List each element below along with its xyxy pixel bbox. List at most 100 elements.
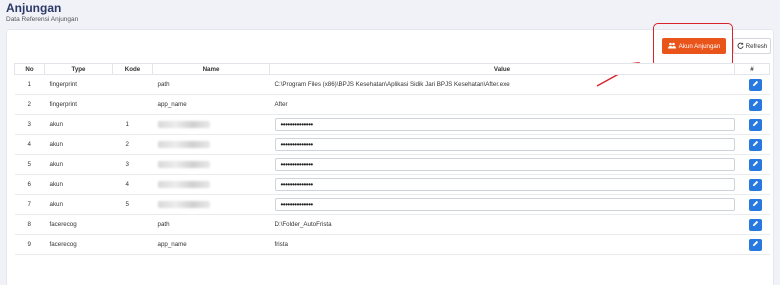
- cell-type: fingerprint: [44, 94, 113, 115]
- password-field[interactable]: ••••••••••••••: [274, 178, 735, 191]
- table-row: 5 akun 3 ••••••••••••••: [14, 154, 770, 175]
- refresh-button[interactable]: Refresh: [733, 38, 771, 54]
- cell-action: [734, 114, 770, 135]
- cell-no: 9: [14, 234, 45, 255]
- password-field[interactable]: ••••••••••••••: [274, 138, 735, 151]
- table-row: 3 akun 1 ••••••••••••••: [14, 114, 770, 135]
- cell-value: ••••••••••••••: [269, 114, 735, 135]
- cell-action: [734, 234, 770, 255]
- pencil-icon: [752, 140, 759, 149]
- cell-action: [734, 214, 770, 235]
- redacted-name: [157, 120, 210, 128]
- table-header-row: No Type Kode Name Value #: [14, 63, 770, 75]
- cell-action: [734, 134, 770, 155]
- cell-type: akun: [44, 134, 113, 155]
- cell-name: app_name: [152, 234, 270, 255]
- column-header-value: Value: [269, 63, 735, 75]
- cell-name: [152, 134, 270, 155]
- cell-no: 4: [14, 134, 45, 155]
- redacted-name: [157, 180, 210, 188]
- akun-anjungan-label: Akun Anjungan: [678, 42, 721, 50]
- users-icon: [667, 42, 676, 51]
- anjungan-table: No Type Kode Name Value # 1 fingerprint pa…: [14, 63, 770, 255]
- page-title: Anjungan: [6, 1, 62, 15]
- page-header: Anjungan Data Referensi Anjungan: [6, 1, 78, 23]
- column-header-type: Type: [44, 63, 113, 75]
- pencil-icon: [752, 100, 759, 109]
- cell-value: ••••••••••••••: [269, 194, 735, 215]
- cell-no: 8: [14, 214, 45, 235]
- pencil-icon: [752, 200, 759, 209]
- cell-name: [152, 114, 270, 135]
- cell-name: app_name: [152, 94, 270, 115]
- table-row: 6 akun 4 ••••••••••••••: [14, 174, 770, 195]
- table-row: 1 fingerprint path C:\Program Files (x86)\B…: [14, 74, 770, 95]
- pencil-icon: [752, 160, 759, 169]
- table-row: 9 facerecog app_name frista: [14, 234, 770, 255]
- password-field[interactable]: ••••••••••••••: [274, 158, 735, 171]
- cell-value: After: [269, 94, 735, 115]
- pencil-icon: [752, 240, 759, 249]
- edit-button[interactable]: [748, 158, 762, 171]
- table-row: 4 akun 2 ••••••••••••••: [14, 134, 770, 155]
- column-header-actions: #: [734, 63, 770, 75]
- cell-action: [734, 154, 770, 175]
- cell-name: path: [152, 74, 270, 95]
- cell-kode: [112, 234, 153, 255]
- cell-value: ••••••••••••••: [269, 174, 735, 195]
- edit-button[interactable]: [748, 238, 762, 251]
- cell-value: ••••••••••••••: [269, 154, 735, 175]
- cell-action: [734, 194, 770, 215]
- cell-type: akun: [44, 174, 113, 195]
- password-field[interactable]: ••••••••••••••: [274, 118, 735, 131]
- refresh-icon: [737, 41, 744, 51]
- pencil-icon: [752, 120, 759, 129]
- cell-name: [152, 194, 270, 215]
- cell-kode: 1: [112, 114, 153, 135]
- cell-type: akun: [44, 194, 113, 215]
- cell-action: [734, 74, 770, 95]
- column-header-no: No: [14, 63, 45, 75]
- redacted-name: [157, 140, 210, 148]
- cell-no: 7: [14, 194, 45, 215]
- pencil-icon: [752, 180, 759, 189]
- edit-button[interactable]: [748, 78, 762, 91]
- edit-button[interactable]: [748, 118, 762, 131]
- refresh-label: Refresh: [745, 42, 768, 50]
- cell-kode: 3: [112, 154, 153, 175]
- edit-button[interactable]: [748, 138, 762, 151]
- cell-action: [734, 174, 770, 195]
- column-header-name: Name: [152, 63, 270, 75]
- cell-action: [734, 94, 770, 115]
- cell-kode: 5: [112, 194, 153, 215]
- cell-type: facerecog: [44, 234, 113, 255]
- cell-kode: [112, 94, 153, 115]
- pencil-icon: [752, 220, 759, 229]
- cell-type: fingerprint: [44, 74, 113, 95]
- edit-button[interactable]: [748, 178, 762, 191]
- redacted-name: [157, 200, 210, 208]
- cell-kode: 2: [112, 134, 153, 155]
- cell-type: facerecog: [44, 214, 113, 235]
- cell-value: ••••••••••••••: [269, 134, 735, 155]
- cell-no: 5: [14, 154, 45, 175]
- cell-value: frista: [269, 234, 735, 255]
- edit-button[interactable]: [748, 198, 762, 211]
- password-field[interactable]: ••••••••••••••: [274, 198, 735, 211]
- cell-kode: [112, 214, 153, 235]
- column-header-kode: Kode: [112, 63, 153, 75]
- cell-no: 1: [14, 74, 45, 95]
- cell-no: 3: [14, 114, 45, 135]
- edit-button[interactable]: [748, 98, 762, 111]
- pencil-icon: [752, 80, 759, 89]
- cell-no: 2: [14, 94, 45, 115]
- table-row: 7 akun 5 ••••••••••••••: [14, 194, 770, 215]
- cell-type: akun: [44, 114, 113, 135]
- redacted-name: [157, 160, 210, 168]
- cell-kode: [112, 74, 153, 95]
- table-body: 1 fingerprint path C:\Program Files (x86)\B…: [14, 74, 770, 255]
- cell-name: [152, 174, 270, 195]
- edit-button[interactable]: [748, 218, 762, 231]
- akun-anjungan-button[interactable]: Akun Anjungan: [662, 38, 726, 54]
- cell-name: [152, 154, 270, 175]
